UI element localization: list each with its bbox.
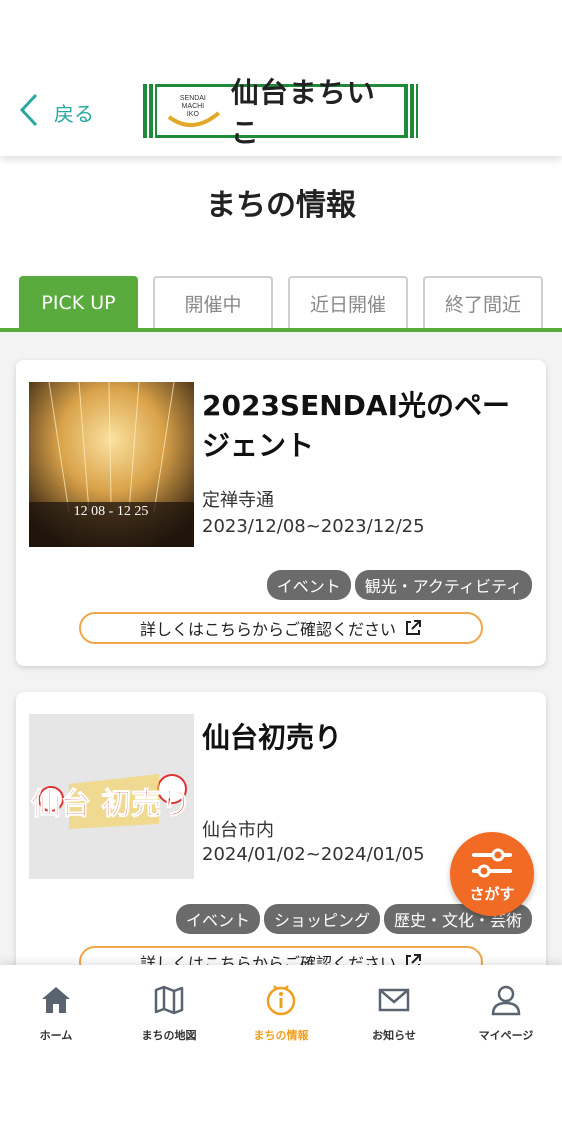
home-icon	[42, 987, 70, 1013]
back-button[interactable]: 戻る	[18, 92, 94, 128]
event-thumbnail: 仙台 初売り	[29, 714, 194, 879]
event-title: 2023SENDAI光のページェント	[202, 389, 510, 462]
nav-notifications[interactable]: お知らせ	[338, 983, 450, 1043]
tab-upcoming[interactable]: 近日開催	[288, 276, 408, 328]
detail-link-button[interactable]: 詳しくはこちらからご確認ください	[79, 612, 483, 644]
nav-label: まちの地図	[141, 1029, 197, 1042]
svg-text:SENDAI: SENDAI	[180, 95, 206, 102]
svg-text:IKO: IKO	[187, 111, 200, 118]
nav-my-page[interactable]: マイページ	[450, 983, 562, 1043]
nav-label: マイページ	[478, 1029, 534, 1042]
logo-text: 仙台まちいこ	[230, 76, 376, 149]
tag: 観光・アクティビティ	[354, 570, 532, 600]
logo-stripe-left	[143, 84, 157, 138]
event-date: 2023/12/08~2023/12/25	[202, 516, 425, 537]
event-thumbnail: 12 08 - 12 25	[29, 382, 194, 547]
bottom-navigation: ホーム まちの地図 まちの情報 お知らせ マイページ	[0, 965, 562, 1126]
tag: ショッピング	[263, 904, 380, 934]
back-label: 戻る	[54, 101, 94, 126]
logo-body: SENDAI MACHI IKO 仙台まちいこ	[157, 76, 404, 149]
logo-stripe-right	[404, 84, 418, 138]
nav-label: まちの情報	[253, 1029, 309, 1042]
logo-mark-icon: SENDAI MACHI IKO	[167, 95, 221, 127]
nav-town-info[interactable]: まちの情報	[225, 983, 337, 1043]
tag: イベント	[175, 904, 260, 934]
hatsuuri-image: 仙台 初売り	[29, 714, 194, 879]
app-header: 戻る SENDAI MACHI IKO 仙台まちいこ	[0, 0, 562, 156]
tab-bar: PICK UP 開催中 近日開催 終了間近	[0, 274, 562, 332]
tab-ending-soon[interactable]: 終了間近	[423, 276, 543, 328]
tab-pickup[interactable]: PICK UP	[19, 276, 138, 328]
svg-text:MACHI: MACHI	[182, 103, 204, 110]
nav-label: ホーム	[39, 1029, 73, 1042]
event-place: 仙台市内	[202, 820, 274, 841]
search-fab-label: さがす	[469, 884, 515, 903]
search-fab-button[interactable]: さがす	[450, 832, 534, 916]
svg-text:12 08 - 12 25: 12 08 - 12 25	[74, 504, 149, 519]
map-icon	[154, 985, 184, 1015]
page-title: まちの情報	[206, 188, 356, 223]
external-link-icon	[406, 620, 421, 635]
mail-icon	[378, 988, 410, 1012]
tab-ongoing[interactable]: 開催中	[153, 276, 273, 328]
detail-link-label: 詳しくはこちらからご確認ください	[139, 620, 396, 639]
tag: イベント	[266, 570, 351, 600]
user-icon	[491, 985, 521, 1016]
event-card[interactable]: 12 08 - 12 25 2023SENDAI光のページェント 定禅寺通 20…	[16, 360, 546, 666]
event-title: 仙台初売り	[202, 721, 343, 754]
info-icon	[266, 985, 296, 1016]
event-place: 定禅寺通	[202, 490, 274, 511]
event-date: 2024/01/02~2024/01/05	[202, 844, 425, 865]
nav-home[interactable]: ホーム	[0, 983, 112, 1043]
app-logo[interactable]: SENDAI MACHI IKO 仙台まちいこ	[143, 76, 418, 149]
filter-sliders-icon	[472, 848, 512, 877]
illumination-image: 12 08 - 12 25	[29, 382, 194, 547]
event-tags: イベント 観光・アクティビティ	[266, 570, 532, 600]
nav-label: お知らせ	[372, 1029, 416, 1042]
nav-map[interactable]: まちの地図	[113, 983, 225, 1043]
svg-text:仙台 初売り: 仙台 初売り	[31, 787, 191, 822]
chevron-left-icon	[19, 93, 38, 127]
